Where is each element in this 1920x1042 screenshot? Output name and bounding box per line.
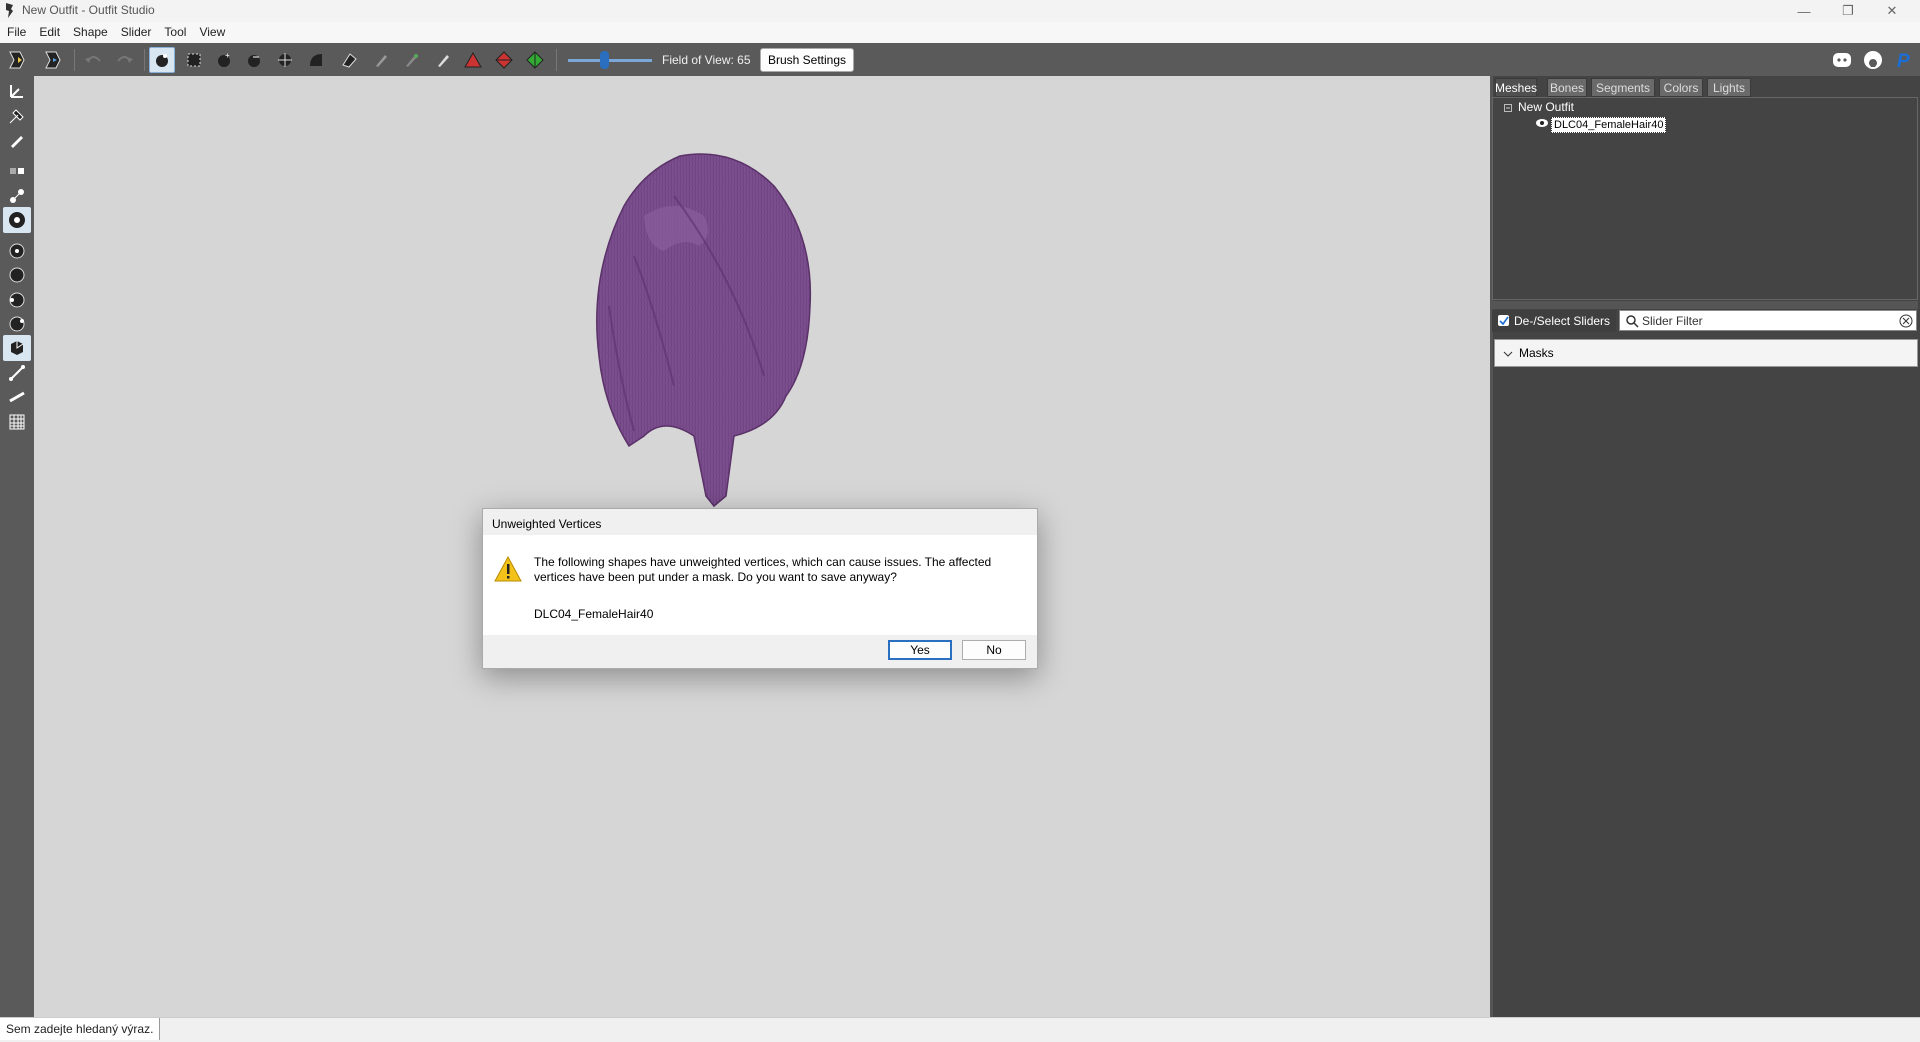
load-reference-icon[interactable] <box>4 47 30 73</box>
select-box-icon[interactable] <box>181 47 207 73</box>
slider-filter-placeholder: Slider Filter <box>1642 314 1703 328</box>
window-title: New Outfit - Outfit Studio <box>22 3 155 17</box>
restore-icon[interactable]: ❐ <box>1826 0 1870 22</box>
menu-edit[interactable]: Edit <box>32 22 66 39</box>
toolbar: + <box>0 43 1920 76</box>
tree-item-mesh[interactable]: DLC04_FemaleHair40 <box>1551 117 1667 133</box>
fov-slider-track[interactable] <box>568 59 652 62</box>
menu-bar: File Edit Shape Slider Tool View <box>0 22 1920 44</box>
masks-group-header[interactable]: Masks <box>1494 339 1918 367</box>
unweighted-vertices-dialog: Unweighted Vertices The following shapes… <box>482 508 1038 669</box>
bone-alt-icon[interactable] <box>3 384 31 410</box>
dialog-shape-name: DLC04_FemaleHair40 <box>534 607 654 621</box>
mirror-icon[interactable] <box>3 158 31 184</box>
tab-lights[interactable]: Lights <box>1707 78 1751 97</box>
deselect-sliders-label: De-/Select Sliders <box>1514 314 1611 328</box>
menu-file[interactable]: File <box>0 22 32 39</box>
tab-colors[interactable]: Colors <box>1659 78 1703 97</box>
deflate-brush-icon[interactable] <box>241 47 267 73</box>
tab-meshes[interactable]: Meshes <box>1495 78 1537 97</box>
weight-brush-icon[interactable] <box>368 47 394 73</box>
dialog-title: Unweighted Vertices <box>492 517 602 531</box>
color-brush-icon[interactable] <box>398 47 424 73</box>
menu-view[interactable]: View <box>192 22 231 39</box>
connected-only-icon[interactable] <box>3 183 31 209</box>
search-icon <box>1626 315 1639 328</box>
warning-icon <box>494 555 522 582</box>
brush-solid-icon[interactable] <box>3 262 31 288</box>
brush-edge-icon[interactable] <box>3 311 31 337</box>
collapse-vertex-icon[interactable] <box>460 47 486 73</box>
visibility-eye-icon[interactable] <box>1535 118 1549 128</box>
discord-icon[interactable] <box>1830 48 1854 72</box>
mask-brush-icon[interactable] <box>149 47 175 73</box>
xray-icon[interactable] <box>3 207 31 233</box>
yes-button[interactable]: Yes <box>888 640 952 660</box>
dialog-message: The following shapes have unweighted ver… <box>534 555 992 584</box>
inflate-brush-icon[interactable]: + <box>211 47 237 73</box>
menu-slider[interactable]: Slider <box>114 22 158 39</box>
bone-icon[interactable] <box>3 360 31 386</box>
app-icon <box>6 3 13 18</box>
brush-settings-button[interactable]: Brush Settings <box>760 48 854 72</box>
left-toolbar <box>0 76 34 1017</box>
title-bar: New Outfit - Outfit Studio — ❐ ✕ <box>0 0 1920 22</box>
tree-root-outfit[interactable]: New Outfit <box>1518 100 1574 114</box>
undo-icon[interactable] <box>80 47 106 73</box>
minimize-icon[interactable]: — <box>1782 0 1826 22</box>
vertex-select-icon[interactable] <box>3 128 31 154</box>
alpha-brush-icon[interactable] <box>430 47 456 73</box>
flip-edge-icon[interactable] <box>491 47 517 73</box>
load-outfit-icon[interactable] <box>40 47 66 73</box>
fov-slider-handle[interactable] <box>600 51 609 69</box>
slider-filter-input[interactable]: Slider Filter <box>1619 310 1917 331</box>
menu-shape[interactable]: Shape <box>66 22 114 39</box>
no-button[interactable]: No <box>962 640 1026 660</box>
tab-segments[interactable]: Segments <box>1591 78 1655 97</box>
deselect-sliders-toggle[interactable]: De-/Select Sliders <box>1492 310 1616 332</box>
pivot-icon[interactable] <box>3 103 31 129</box>
transform-icon[interactable] <box>3 78 31 104</box>
github-icon[interactable] <box>1861 48 1885 72</box>
smooth-brush-icon[interactable] <box>303 47 329 73</box>
clear-filter-icon[interactable] <box>1899 314 1913 328</box>
fov-label: Field of View: 65 <box>662 53 751 67</box>
cube-view-icon[interactable] <box>3 335 31 361</box>
svg-text:+: + <box>225 51 230 60</box>
paypal-icon[interactable]: P <box>1892 48 1916 72</box>
collapse-icon[interactable] <box>1504 104 1512 112</box>
deselect-sliders-checkbox[interactable] <box>1498 315 1509 326</box>
tab-bones[interactable]: Bones <box>1547 78 1587 97</box>
chevron-down-icon <box>1503 351 1513 357</box>
grid-icon[interactable] <box>3 409 31 435</box>
brush-falloff-icon[interactable] <box>3 287 31 313</box>
move-brush-icon[interactable] <box>272 47 298 73</box>
status-search-text[interactable]: Sem zadejte hledaný výraz. <box>0 1018 161 1040</box>
brush-size-small-icon[interactable] <box>3 238 31 264</box>
svg-text:P: P <box>1897 51 1910 70</box>
panel-splitter[interactable] <box>1492 301 1918 309</box>
status-bar: Sem zadejte hledaný výraz. <box>0 1017 1920 1042</box>
masks-label: Masks <box>1519 346 1554 360</box>
redo-icon[interactable] <box>112 47 138 73</box>
split-edge-icon[interactable] <box>522 47 548 73</box>
undiff-brush-icon[interactable] <box>336 47 362 73</box>
close-icon[interactable]: ✕ <box>1870 0 1914 22</box>
menu-tool[interactable]: Tool <box>157 22 192 39</box>
dialog-body: The following shapes have unweighted ver… <box>483 535 1037 635</box>
